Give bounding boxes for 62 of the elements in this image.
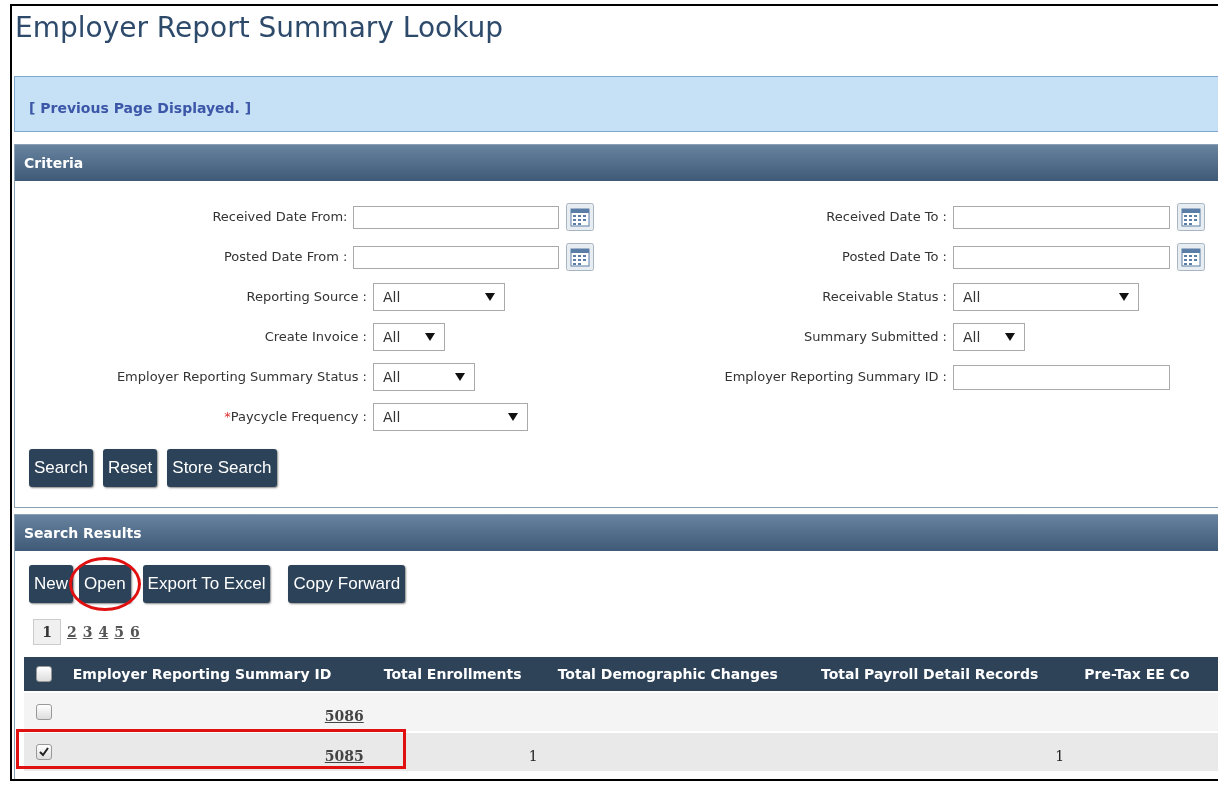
field-label: Employer Reporting Summary Status :: [115, 368, 368, 387]
button[interactable]: New: [29, 565, 73, 603]
button[interactable]: Export To Excel: [142, 565, 271, 603]
table-row[interactable]: 5086: [24, 693, 1218, 731]
calendar-icon[interactable]: [566, 203, 594, 231]
button[interactable]: Copy Forward: [288, 565, 406, 603]
page-link[interactable]: 3: [82, 621, 93, 643]
page-title: Employer Report Summary Lookup: [15, 10, 504, 46]
caret-icon: [485, 293, 495, 301]
field-label: Posted Date From :: [222, 248, 349, 267]
caret-icon: [425, 333, 435, 341]
page-link[interactable]: 4: [98, 621, 109, 643]
checkbox[interactable]: [35, 666, 52, 682]
dropdown[interactable]: All: [373, 403, 528, 431]
date-field[interactable]: [353, 245, 559, 269]
dropdown[interactable]: All: [953, 323, 1025, 351]
calendar-icon[interactable]: [566, 243, 594, 271]
column-header[interactable]: Total Demographic Changes: [548, 663, 812, 685]
table-cell-text: 1: [528, 746, 538, 766]
message-text: [ Previous Page Displayed. ]: [29, 99, 252, 118]
caret-icon: [508, 413, 518, 421]
field-label: Summary Submitted :: [803, 328, 948, 347]
button[interactable]: Store Search: [167, 449, 277, 487]
id-link[interactable]: 5085: [324, 745, 364, 767]
field-label: Posted Date To :: [841, 248, 948, 267]
dropdown[interactable]: All: [953, 283, 1139, 311]
column-header[interactable]: Total Enrollments: [374, 663, 549, 685]
button[interactable]: Search: [29, 449, 93, 487]
column-header[interactable]: Employer Reporting Summary ID: [63, 663, 375, 685]
input-field[interactable]: [953, 364, 1170, 390]
field-label: Reporting Source :: [245, 288, 368, 307]
field-label: *Paycycle Frequency :: [223, 408, 368, 427]
page-link[interactable]: 6: [130, 621, 140, 643]
dropdown[interactable]: All: [373, 323, 445, 351]
field-label: Received Date From:: [211, 208, 349, 227]
column-header[interactable]: Pre-Tax EE Co: [1075, 663, 1218, 685]
date-field[interactable]: [953, 245, 1170, 269]
caret-icon: [1005, 333, 1015, 341]
panel-header: Criteria: [15, 145, 1218, 181]
date-field[interactable]: [353, 205, 559, 229]
page-link[interactable]: 1: [33, 619, 61, 645]
checkbox[interactable]: [35, 744, 52, 760]
field-label: Receivable Status :: [821, 288, 948, 307]
field-label: Received Date To :: [825, 208, 948, 227]
table-cell-text: 1: [1055, 746, 1065, 766]
caret-icon: [455, 373, 465, 381]
panel-header: Search Results: [15, 515, 1218, 551]
button[interactable]: Reset: [102, 449, 158, 487]
button[interactable]: Open: [79, 565, 131, 603]
dropdown[interactable]: All: [373, 363, 475, 391]
page-link[interactable]: 5: [114, 621, 124, 643]
id-link[interactable]: 5086: [324, 705, 364, 727]
dropdown[interactable]: All: [373, 283, 505, 311]
checkbox[interactable]: [35, 704, 52, 720]
field-label: Employer Reporting Summary ID :: [723, 368, 948, 387]
caret-icon: [1119, 293, 1129, 301]
page-link[interactable]: 2: [67, 621, 77, 643]
field-label: Create Invoice :: [263, 328, 368, 347]
date-field[interactable]: [953, 205, 1170, 229]
column-header[interactable]: Total Payroll Detail Records: [811, 663, 1076, 685]
calendar-icon[interactable]: [1177, 243, 1205, 271]
calendar-icon[interactable]: [1177, 203, 1205, 231]
